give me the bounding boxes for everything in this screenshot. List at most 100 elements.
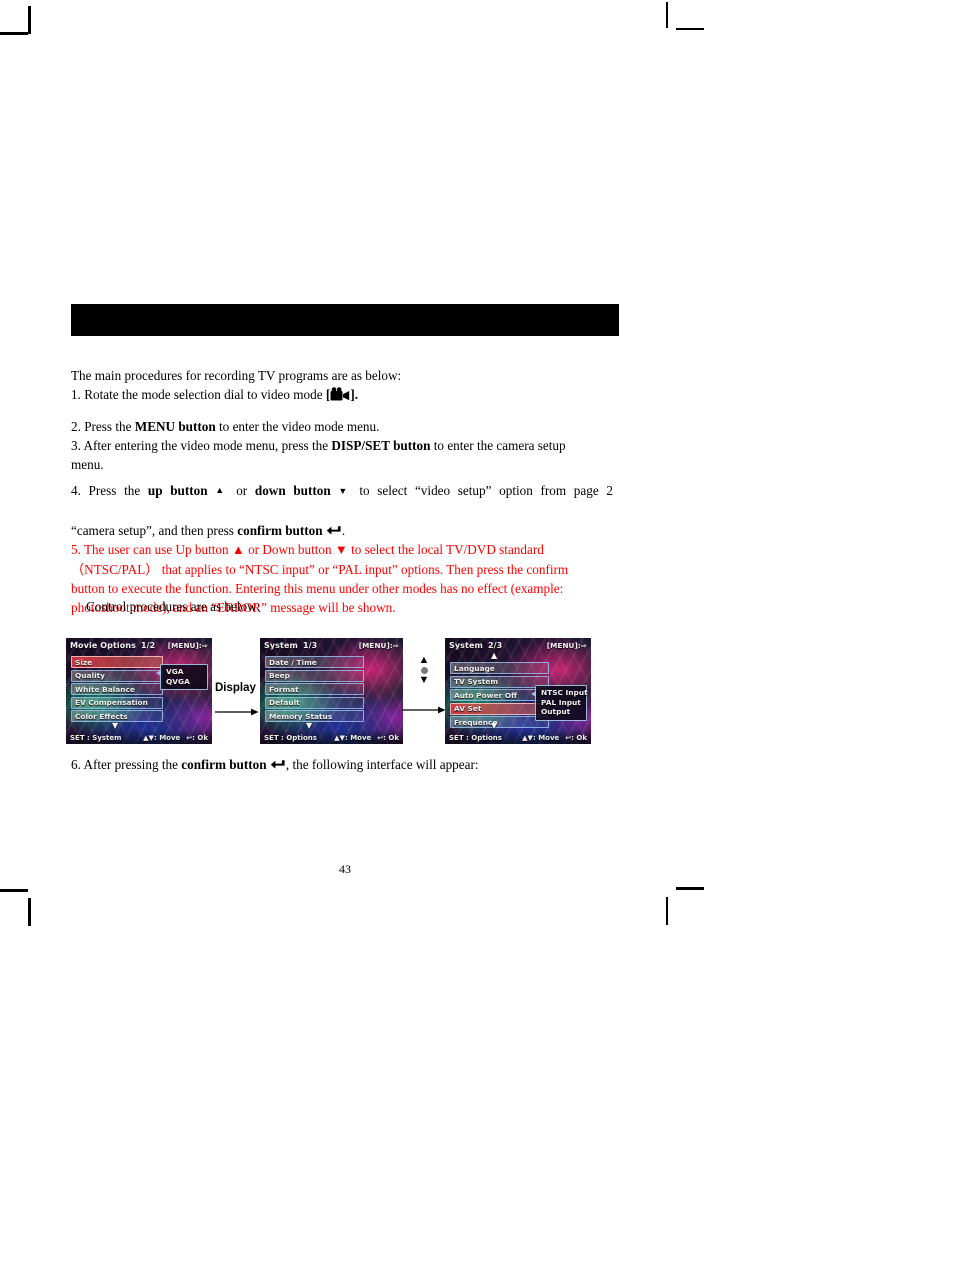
step-2: 2. Press the MENU button to enter the vi… <box>71 417 613 436</box>
submenu-option[interactable]: NTSC Input <box>541 688 588 698</box>
navigate-transition-arrow: ▲ ▼ <box>402 654 446 726</box>
section-header-bar <box>71 304 619 336</box>
screen-page-indicator: 2/3 <box>487 640 503 650</box>
arrow-right-icon <box>402 702 446 714</box>
confirm-button-label: confirm button <box>237 523 323 539</box>
scroll-down-icon: ▼ <box>306 721 313 730</box>
intro-paragraph: The main procedures for recording TV pro… <box>71 366 613 385</box>
step-4-text-b: or <box>236 483 248 499</box>
step-3-text-c: menu. <box>71 457 104 473</box>
submenu-option[interactable]: PAL Input <box>541 698 582 708</box>
screen-status-bar: SET : System ▲▼: Move ↩: Ok <box>66 731 212 744</box>
dot-icon <box>420 667 428 674</box>
enter-key-icon <box>326 525 342 537</box>
step-4-line-2: “camera setup”, and then press confirm b… <box>71 523 345 538</box>
menu-item[interactable]: Language <box>450 662 549 674</box>
submenu-pointer-icon <box>156 670 161 676</box>
menu-item[interactable]: Quality <box>71 669 163 682</box>
status-set-hint: SET : Options <box>264 733 317 742</box>
camera-screen-system-1-3: System 1/3 [MENU]:⇨ Date / Time Beep For… <box>260 638 403 744</box>
status-set-hint: SET : Options <box>449 733 502 742</box>
screen-title-bar: Movie Options 1/2 [MENU]:⇨ <box>66 638 212 652</box>
arrow-right-icon <box>215 704 259 716</box>
up-button-label: up button <box>147 483 208 499</box>
submenu-option[interactable]: Output <box>541 707 582 717</box>
screen-title: System <box>449 640 483 650</box>
menu-exit-hint: [MENU]:⇨ <box>358 640 399 650</box>
down-button-label: down button <box>254 483 331 499</box>
submenu-pointer-icon <box>531 691 536 697</box>
submenu-option[interactable]: VGA <box>166 667 203 677</box>
step-4-text-a: 4. Press the <box>71 483 141 499</box>
display-label: Display <box>215 682 256 694</box>
status-ok-hint: ↩: Ok <box>377 733 399 742</box>
step-1-suffix: . <box>354 387 359 403</box>
video-mode-token: []. <box>325 387 359 403</box>
step-5-text-b: or Down button <box>248 542 332 558</box>
screen-menu-list: Date / Time Beep Format Default Memory S… <box>265 656 364 724</box>
menu-item[interactable]: Date / Time <box>265 656 364 668</box>
triangle-down-icon: ▼ <box>418 674 430 686</box>
menu-button-label: MENU button <box>134 418 216 434</box>
status-set-hint: SET : System <box>70 733 122 742</box>
screen-page-indicator: 1/2 <box>140 640 156 650</box>
screen-title: Movie Options <box>70 640 136 650</box>
size-submenu: VGA QVGA <box>156 664 208 690</box>
step-3-text-b: to enter the camera setup <box>433 437 566 453</box>
menu-item[interactable]: Memory Status <box>265 710 364 722</box>
step-5-text-a: 5. The user can use Up button <box>71 542 229 558</box>
step-5-line-3: button to execute the function. Entering… <box>71 580 564 596</box>
step-1-text: 1. Rotate the mode selection dial to vid… <box>71 387 323 403</box>
control-procedures-line: Control procedures are as below: <box>86 599 261 614</box>
status-move-hint: ▲▼: Move <box>143 733 181 742</box>
triangle-up-icon: ▲ <box>215 485 229 496</box>
screen-title: System <box>264 640 298 650</box>
status-ok-hint: ↩: Ok <box>565 733 587 742</box>
page-number: 43 <box>339 862 351 876</box>
menu-exit-hint: [MENU]:⇨ <box>546 640 587 650</box>
step-2-text-a: 2. Press the <box>71 418 132 434</box>
scroll-down-icon: ▼ <box>112 721 119 730</box>
menu-item[interactable]: Default <box>265 696 364 709</box>
triangle-down-icon: ▼ <box>338 486 352 497</box>
status-move-hint: ▲▼: Move <box>522 733 560 742</box>
scroll-down-icon: ▼ <box>491 721 498 730</box>
step-4-text-d: “camera setup”, and then press <box>71 523 234 539</box>
submenu-option[interactable]: QVGA <box>166 677 203 687</box>
menu-item[interactable]: Beep <box>265 669 364 682</box>
screen-page-indicator: 1/3 <box>302 640 318 650</box>
menu-item[interactable]: Size <box>71 656 163 668</box>
triangle-up-icon: ▲ <box>418 654 430 666</box>
menu-exit-hint: [MENU]:⇨ <box>167 640 208 650</box>
step-4-text-e: . <box>341 523 346 539</box>
screen-title-bar: System 1/3 [MENU]:⇨ <box>260 638 403 652</box>
step-5-line-1: 5. The user can use Up button ▲ or Down … <box>71 540 613 559</box>
body-text: The main procedures for recording TV pro… <box>71 366 613 618</box>
av-set-submenu: NTSC Input PAL Input Output <box>531 685 588 721</box>
enter-key-icon <box>270 759 286 771</box>
screen-status-bar: SET : Options ▲▼: Move ↩: Ok <box>260 731 403 744</box>
step-5-text-c: to select the local TV/DVD standard <box>351 542 544 558</box>
manual-page: The main procedures for recording TV pro… <box>0 0 954 1263</box>
step-2-text-b: to enter the video mode menu. <box>219 418 380 434</box>
menu-item[interactable]: Format <box>265 683 364 695</box>
status-ok-hint: ↩: Ok <box>186 733 208 742</box>
step-4: 4. Press the up button ▲ or down button … <box>71 481 613 540</box>
camera-screen-system-2-3: System 2/3 [MENU]:⇨ ▲ Language TV System… <box>445 638 591 744</box>
intro-text: The main procedures for recording TV pro… <box>71 368 402 383</box>
camera-menu-figure: Movie Options 1/2 [MENU]:⇨ Size Quality … <box>66 638 591 744</box>
status-move-hint: ▲▼: Move <box>334 733 372 742</box>
scroll-up-icon: ▲ <box>491 651 498 660</box>
screen-status-bar: SET : Options ▲▼: Move ↩: Ok <box>445 731 591 744</box>
menu-item[interactable]: EV Compensation <box>71 696 163 709</box>
step-5-line-2: （NTSC/PAL） that applies to “NTSC input” … <box>71 561 569 577</box>
screen-menu-list: Size Quality White Balance EV Compensati… <box>71 656 163 724</box>
step-6-text-b: , the following interface will appear: <box>285 757 479 772</box>
step-3: 3. After entering the video mode menu, p… <box>71 436 613 475</box>
step-1: 1. Rotate the mode selection dial to vid… <box>71 385 613 404</box>
step-6-text-a: 6. After pressing the <box>71 757 178 772</box>
screen-title-bar: System 2/3 [MENU]:⇨ <box>445 638 591 652</box>
menu-item[interactable]: White Balance <box>71 683 163 695</box>
